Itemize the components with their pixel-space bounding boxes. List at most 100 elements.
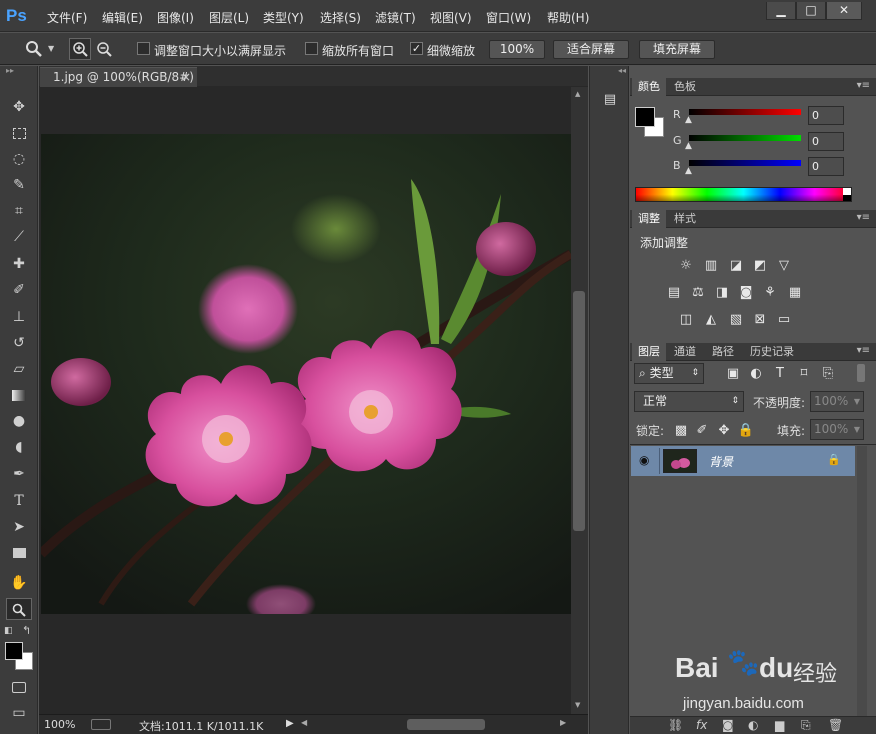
zoom-tool-icon[interactable] <box>6 598 32 620</box>
actual-pixels-button[interactable]: 100% <box>489 40 545 59</box>
add-mask-icon[interactable]: ◙ <box>722 718 734 732</box>
delete-layer-icon[interactable]: 🗑 <box>828 718 843 732</box>
layer-name[interactable]: 背景 <box>709 453 733 470</box>
gradient-tool-icon[interactable] <box>6 384 32 406</box>
red-value-input[interactable]: 0 <box>808 106 844 125</box>
menu-file[interactable]: 文件(F) <box>47 9 87 26</box>
chevron-down-icon[interactable]: ▼ <box>48 45 56 53</box>
posterize-icon[interactable]: ◭ <box>702 312 720 328</box>
eye-icon[interactable]: ◉ <box>639 453 649 467</box>
rectangle-tool-icon[interactable] <box>6 542 32 564</box>
blue-slider[interactable] <box>689 160 801 166</box>
tab-channels[interactable]: 通道 <box>668 343 702 361</box>
zoom-level[interactable]: 100% <box>44 718 75 731</box>
threshold-icon[interactable]: ▧ <box>727 312 745 328</box>
adjustments-panel-menu-icon[interactable]: ▾≡ <box>857 212 870 223</box>
clone-stamp-tool-icon[interactable]: ⊥ <box>6 306 32 328</box>
healing-brush-tool-icon[interactable]: ✚ <box>6 253 32 275</box>
swap-colors-icon[interactable]: ↰ <box>22 624 34 637</box>
new-adjustment-layer-icon[interactable]: ◐ <box>748 718 758 732</box>
scroll-right-icon[interactable]: ▶ <box>560 718 566 727</box>
status-menu-arrow-icon[interactable]: ▶ <box>286 718 294 729</box>
menu-type[interactable]: 类型(Y) <box>263 9 304 26</box>
vertical-scroll-thumb[interactable] <box>573 291 585 531</box>
lock-all-icon[interactable]: 🔒 <box>737 423 755 439</box>
brightness-contrast-icon[interactable]: ☼ <box>677 258 695 274</box>
fill-screen-button[interactable]: 填充屏幕 <box>639 40 715 59</box>
minimize-button[interactable]: ▁ <box>766 2 796 20</box>
scroll-down-icon[interactable]: ▼ <box>575 702 583 709</box>
menu-image[interactable]: 图像(I) <box>157 9 194 26</box>
eyedropper-tool-icon[interactable]: ⟋ <box>6 226 32 248</box>
document-image[interactable] <box>41 134 571 614</box>
menu-filter[interactable]: 滤镜(T) <box>375 9 416 26</box>
invert-icon[interactable]: ◫ <box>677 312 695 328</box>
filter-shape-icon[interactable]: ⌑ <box>795 366 813 382</box>
menu-edit[interactable]: 编辑(E) <box>102 9 143 26</box>
color-panel-menu-icon[interactable]: ▾≡ <box>857 80 870 91</box>
path-selection-tool-icon[interactable]: ➤ <box>6 516 32 538</box>
opacity-input[interactable]: 100% ▼ <box>810 391 864 412</box>
color-lookup-icon[interactable]: ▦ <box>786 285 804 301</box>
type-tool-icon[interactable]: T <box>6 490 32 512</box>
fit-screen-button[interactable]: 适合屏幕 <box>553 40 629 59</box>
layer-style-icon[interactable]: fx <box>696 718 707 732</box>
default-colors-icon[interactable]: ◧ <box>4 626 14 636</box>
close-button[interactable]: ✕ <box>826 2 862 20</box>
dock-collapse-icon[interactable]: ◂◂ <box>618 67 628 75</box>
crop-tool-icon[interactable]: ⌗ <box>6 200 32 222</box>
green-slider-handle-icon[interactable]: ▲ <box>685 141 692 151</box>
zoom-all-windows-checkbox[interactable] <box>305 42 318 55</box>
blue-slider-handle-icon[interactable]: ▲ <box>685 166 692 176</box>
layer-row-background[interactable]: ◉ 背景 🔒 <box>631 446 855 476</box>
menu-view[interactable]: 视图(V) <box>430 9 472 26</box>
link-layers-icon[interactable]: ⛓ <box>668 718 683 732</box>
vibrance-icon[interactable]: ▽ <box>775 258 793 274</box>
foreground-color-swatch[interactable] <box>5 642 23 660</box>
document-tab[interactable]: 1.jpg @ 100%(RGB/8#) × <box>40 67 197 87</box>
new-group-icon[interactable]: ▆ <box>775 718 784 732</box>
fill-input[interactable]: 100% ▼ <box>810 419 864 440</box>
color-spectrum-bar[interactable] <box>635 187 852 202</box>
filter-type-icon[interactable]: T <box>771 366 789 382</box>
hand-tool-icon[interactable]: ✋ <box>6 572 32 594</box>
filter-adjustment-icon[interactable]: ◐ <box>747 366 765 382</box>
screen-mode-icon[interactable]: ▭ <box>6 702 32 724</box>
maximize-button[interactable]: □ <box>796 2 826 20</box>
filter-toggle-switch[interactable] <box>857 364 865 382</box>
menu-select[interactable]: 选择(S) <box>320 9 361 26</box>
blend-mode-select[interactable]: 正常 ⇕ <box>634 391 744 412</box>
panel-collapse-icon[interactable]: ▸▸ <box>6 67 32 75</box>
brush-tool-icon[interactable]: ✐ <box>6 279 32 301</box>
lasso-tool-icon[interactable]: ◌ <box>6 148 32 170</box>
lock-image-icon[interactable]: ✐ <box>693 423 711 439</box>
quick-mask-icon[interactable] <box>6 676 32 698</box>
move-tool-icon[interactable]: ✥ <box>6 96 32 118</box>
red-slider-handle-icon[interactable]: ▲ <box>685 115 692 125</box>
quick-select-tool-icon[interactable]: ✎ <box>6 174 32 196</box>
menu-layer[interactable]: 图层(L) <box>209 9 249 26</box>
blue-value-input[interactable]: 0 <box>808 157 844 176</box>
eraser-tool-icon[interactable]: ▱ <box>6 358 32 380</box>
zoom-in-icon[interactable] <box>69 38 91 60</box>
scroll-left-icon[interactable]: ◀ <box>301 718 307 727</box>
horizontal-scroll-thumb[interactable] <box>407 719 485 730</box>
lock-position-icon[interactable]: ✥ <box>715 423 733 439</box>
hue-saturation-icon[interactable]: ▤ <box>665 285 683 301</box>
tab-styles[interactable]: 样式 <box>668 210 702 228</box>
curves-icon[interactable]: ◪ <box>727 258 745 274</box>
filter-smart-object-icon[interactable]: ⎘ <box>819 366 837 382</box>
selective-color-icon[interactable]: ⊠ <box>751 312 769 328</box>
layers-scrollbar[interactable] <box>857 446 867 716</box>
green-value-input[interactable]: 0 <box>808 132 844 151</box>
status-preview-icon[interactable] <box>91 719 111 730</box>
menu-help[interactable]: 帮助(H) <box>547 9 589 26</box>
tab-swatches[interactable]: 色板 <box>668 78 702 96</box>
scroll-up-icon[interactable]: ▲ <box>575 91 583 98</box>
color-balance-icon[interactable]: ⚖ <box>689 285 707 301</box>
vertical-scrollbar[interactable]: ▲ ▼ <box>571 87 588 714</box>
black-white-icon[interactable]: ◨ <box>713 285 731 301</box>
blur-tool-icon[interactable]: ● <box>6 410 32 432</box>
tab-layers[interactable]: 图层 <box>632 343 666 361</box>
gradient-map-icon[interactable]: ▭ <box>775 312 793 328</box>
